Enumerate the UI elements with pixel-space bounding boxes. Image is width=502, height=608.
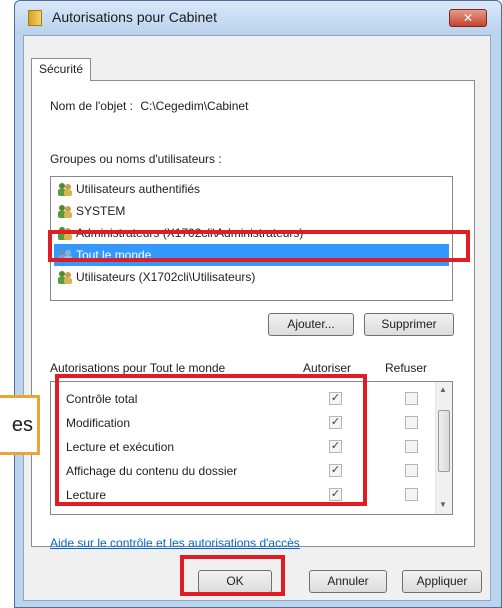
dialog-body: Sécurité Nom de l'objet : C:\Cegedim\Cab… bbox=[23, 35, 491, 601]
permission-row: Contrôle total ✓ bbox=[51, 387, 436, 411]
list-item-label: Administrateurs (X1702cli\Administrateur… bbox=[76, 226, 304, 240]
security-panel: Nom de l'objet : C:\Cegedim\Cabinet Grou… bbox=[31, 80, 475, 550]
allow-checkbox[interactable]: ✓ bbox=[329, 488, 342, 501]
allow-checkbox[interactable]: ✓ bbox=[329, 464, 342, 477]
permission-name: Affichage du contenu du dossier bbox=[66, 464, 238, 478]
permissions-scrollbar[interactable]: ▲ ▼ bbox=[435, 382, 452, 514]
users-icon bbox=[58, 205, 72, 218]
list-item-utilisateurs-authentifies[interactable]: Utilisateurs authentifiés bbox=[54, 178, 449, 200]
permission-name: Modification bbox=[66, 416, 131, 430]
permission-row: Modification ✓ bbox=[51, 411, 436, 435]
scroll-up-icon[interactable]: ▲ bbox=[439, 385, 447, 394]
scroll-down-icon[interactable]: ▼ bbox=[439, 500, 447, 509]
permission-row: Affichage du contenu du dossier ✓ bbox=[51, 459, 436, 483]
list-item-tout-le-monde[interactable]: Tout le monde bbox=[54, 244, 449, 266]
permission-name: Lecture bbox=[66, 488, 107, 502]
allow-checkbox[interactable]: ✓ bbox=[329, 440, 342, 453]
permission-name: Lecture et exécution bbox=[66, 440, 175, 454]
object-name-caption: Nom de l'objet : bbox=[50, 99, 133, 113]
cancel-button[interactable]: Annuler bbox=[309, 570, 387, 593]
permissions-dialog: Autorisations pour Cabinet ✕ Sécurité No… bbox=[14, 0, 502, 608]
scroll-thumb[interactable] bbox=[438, 410, 450, 472]
permissions-header: Autorisations pour Tout le monde bbox=[50, 361, 226, 375]
list-item-label: Utilisateurs (X1702cli\Utilisateurs) bbox=[76, 270, 256, 284]
apply-button[interactable]: Appliquer bbox=[402, 570, 482, 593]
help-link[interactable]: Aide sur le contrôle et les autorisation… bbox=[50, 536, 300, 550]
window-title: Autorisations pour Cabinet bbox=[52, 9, 217, 25]
groups-label: Groupes ou noms d'utilisateurs : bbox=[50, 152, 222, 166]
allow-checkbox[interactable]: ✓ bbox=[329, 416, 342, 429]
tab-securite[interactable]: Sécurité bbox=[31, 58, 91, 81]
list-item-label: Utilisateurs authentifiés bbox=[76, 182, 201, 196]
allow-checkbox[interactable]: ✓ bbox=[329, 392, 342, 405]
object-path: C:\Cegedim\Cabinet bbox=[140, 99, 249, 113]
users-icon bbox=[58, 183, 72, 196]
title-bar: Autorisations pour Cabinet ✕ bbox=[15, 1, 501, 35]
permission-name: Contrôle total bbox=[66, 392, 138, 406]
remove-button[interactable]: Supprimer bbox=[364, 313, 454, 336]
list-item-label: SYSTEM bbox=[76, 204, 126, 218]
permission-row: Lecture ✓ bbox=[51, 483, 436, 507]
ok-button[interactable]: OK bbox=[198, 570, 272, 593]
deny-checkbox[interactable] bbox=[405, 416, 418, 429]
folder-icon bbox=[28, 10, 42, 26]
list-item-utilisateurs[interactable]: Utilisateurs (X1702cli\Utilisateurs) bbox=[54, 266, 449, 288]
users-icon bbox=[58, 249, 72, 262]
list-item-system[interactable]: SYSTEM bbox=[54, 200, 449, 222]
deny-column-header: Refuser bbox=[385, 361, 428, 375]
annotation-callout: es bbox=[0, 395, 40, 455]
deny-checkbox[interactable] bbox=[405, 440, 418, 453]
permission-row: Lecture et exécution ✓ bbox=[51, 435, 436, 459]
object-name-label: Nom de l'objet : C:\Cegedim\Cabinet bbox=[50, 99, 248, 113]
groups-list[interactable]: Utilisateurs authentifiés SYSTEM Adminis… bbox=[50, 176, 453, 301]
deny-checkbox[interactable] bbox=[405, 392, 418, 405]
list-item-administrateurs[interactable]: Administrateurs (X1702cli\Administrateur… bbox=[54, 222, 449, 244]
add-button[interactable]: Ajouter... bbox=[268, 313, 354, 336]
close-button[interactable]: ✕ bbox=[449, 9, 487, 27]
users-icon bbox=[58, 227, 72, 240]
list-item-label: Tout le monde bbox=[76, 248, 152, 262]
deny-checkbox[interactable] bbox=[405, 488, 418, 501]
users-icon bbox=[58, 271, 72, 284]
permissions-list: Contrôle total ✓ Modification ✓ Lecture … bbox=[50, 381, 453, 515]
deny-checkbox[interactable] bbox=[405, 464, 418, 477]
allow-column-header: Autoriser bbox=[303, 361, 352, 375]
